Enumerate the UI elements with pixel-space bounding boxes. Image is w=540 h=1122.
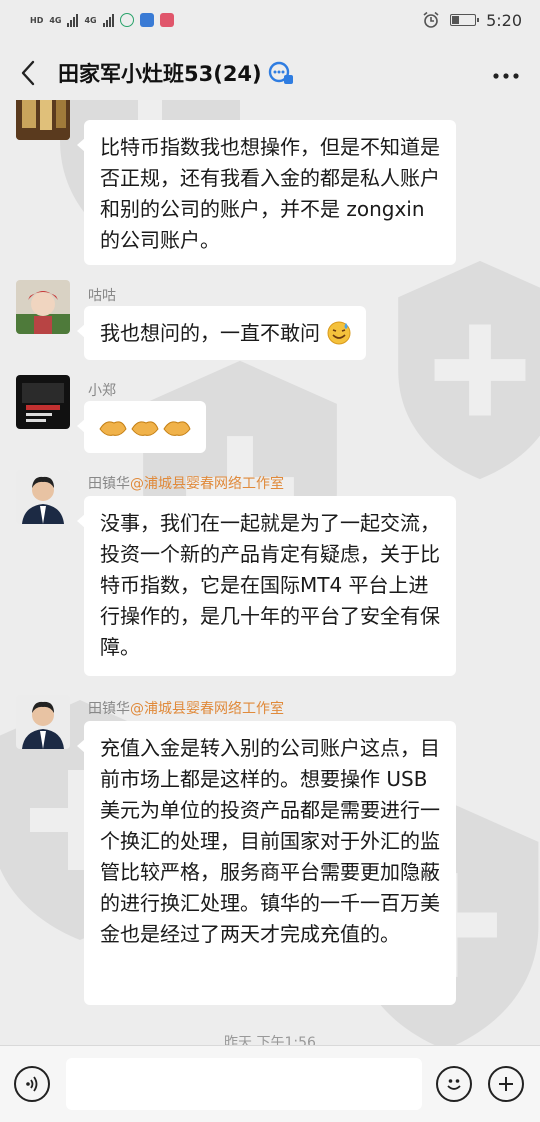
avatar[interactable]	[16, 695, 70, 749]
battery-icon	[450, 14, 480, 26]
message-text: 没事，我们在一起就是为了一起交流，投资一个新的产品肯定有疑虑，关于比特币指数，它…	[100, 511, 440, 659]
plus-icon	[499, 1077, 513, 1091]
message-input[interactable]	[66, 1058, 422, 1110]
app-notification-icon	[119, 13, 134, 27]
avatar[interactable]	[16, 375, 70, 429]
network-label-1: 4G	[49, 15, 62, 25]
sender-name: 小郑	[88, 383, 116, 399]
chat-header: 田家军小灶班53(24)	[0, 40, 540, 106]
avatar-image	[16, 470, 70, 524]
voice-button[interactable]	[14, 1066, 50, 1102]
sender-name-text: 田镇华	[88, 701, 130, 717]
avatar[interactable]	[16, 100, 70, 140]
emoji-icon	[447, 1079, 461, 1090]
hd-badge: HD	[30, 15, 44, 25]
voice-input-icon	[26, 1076, 38, 1092]
chat-input-bar	[0, 1045, 540, 1122]
handshake-emoji	[99, 421, 191, 436]
app-notification-icon	[139, 13, 154, 27]
chat-title: 田家军小灶班53(24)	[58, 62, 262, 86]
avatar-image	[16, 280, 70, 334]
more-button[interactable]	[492, 61, 520, 86]
message-text: 比特币指数我也想操作，但是不知道是否正规，还有我看入金的都是私人账户和别的公司的…	[100, 135, 440, 252]
emoji-button[interactable]	[436, 1066, 472, 1102]
status-time: 5:20	[486, 10, 522, 30]
app-notification-icon	[159, 13, 174, 27]
group-chat-badge-icon	[268, 61, 293, 84]
sender-tag[interactable]: @浦城县婴春网络工作室	[130, 476, 284, 492]
message-bubble[interactable]	[77, 401, 206, 453]
status-bar: HD 4G 4G 5:20	[0, 0, 540, 40]
sender-name: 田镇华@浦城县婴春网络工作室	[88, 698, 284, 718]
avatar-image	[16, 375, 70, 429]
avatar-image	[16, 695, 70, 749]
message-timestamp: 昨天 下午1:56	[224, 1035, 316, 1045]
status-left: HD 4G 4G	[30, 13, 174, 27]
message-bubble[interactable]: 我也想问的，一直不敢问	[77, 306, 366, 360]
plus-button[interactable]	[488, 1066, 524, 1102]
avatar[interactable]	[16, 280, 70, 334]
message-bubble[interactable]: 没事，我们在一起就是为了一起交流，投资一个新的产品肯定有疑虑，关于比特币指数，它…	[77, 496, 456, 676]
network-label-2: 4G	[84, 15, 97, 25]
message-text: 充值入金是转入别的公司账户这点，目前市场上都是这样的。想要操作 USB 美元为单…	[100, 736, 440, 946]
chat-message-list[interactable]: 比特币指数我也想操作，但是不知道是否正规，还有我看入金的都是私人账户和别的公司的…	[0, 100, 540, 1045]
sweat-smile-emoji	[327, 321, 351, 345]
sender-tag[interactable]: @浦城县婴春网络工作室	[130, 701, 284, 717]
signal-icon-2	[102, 13, 114, 27]
avatar-image	[16, 100, 70, 140]
back-button[interactable]	[20, 53, 50, 93]
alarm-icon	[423, 11, 439, 28]
message-bubble[interactable]: 比特币指数我也想操作，但是不知道是否正规，还有我看入金的都是私人账户和别的公司的…	[77, 120, 456, 265]
sender-name: 田镇华@浦城县婴春网络工作室	[88, 473, 284, 493]
message-text: 我也想问的，一直不敢问	[100, 321, 320, 345]
sender-name-text: 田镇华	[88, 476, 130, 492]
signal-icon	[67, 13, 79, 27]
shield-watermark-icon	[398, 260, 540, 480]
more-dots-icon	[493, 72, 519, 79]
sender-name: 咕咕	[88, 288, 116, 304]
message-bubble[interactable]: 充值入金是转入别的公司账户这点，目前市场上都是这样的。想要操作 USB 美元为单…	[77, 721, 456, 1005]
avatar[interactable]	[16, 470, 70, 524]
back-arrow-icon	[21, 60, 35, 86]
status-right: 5:20	[422, 11, 522, 30]
